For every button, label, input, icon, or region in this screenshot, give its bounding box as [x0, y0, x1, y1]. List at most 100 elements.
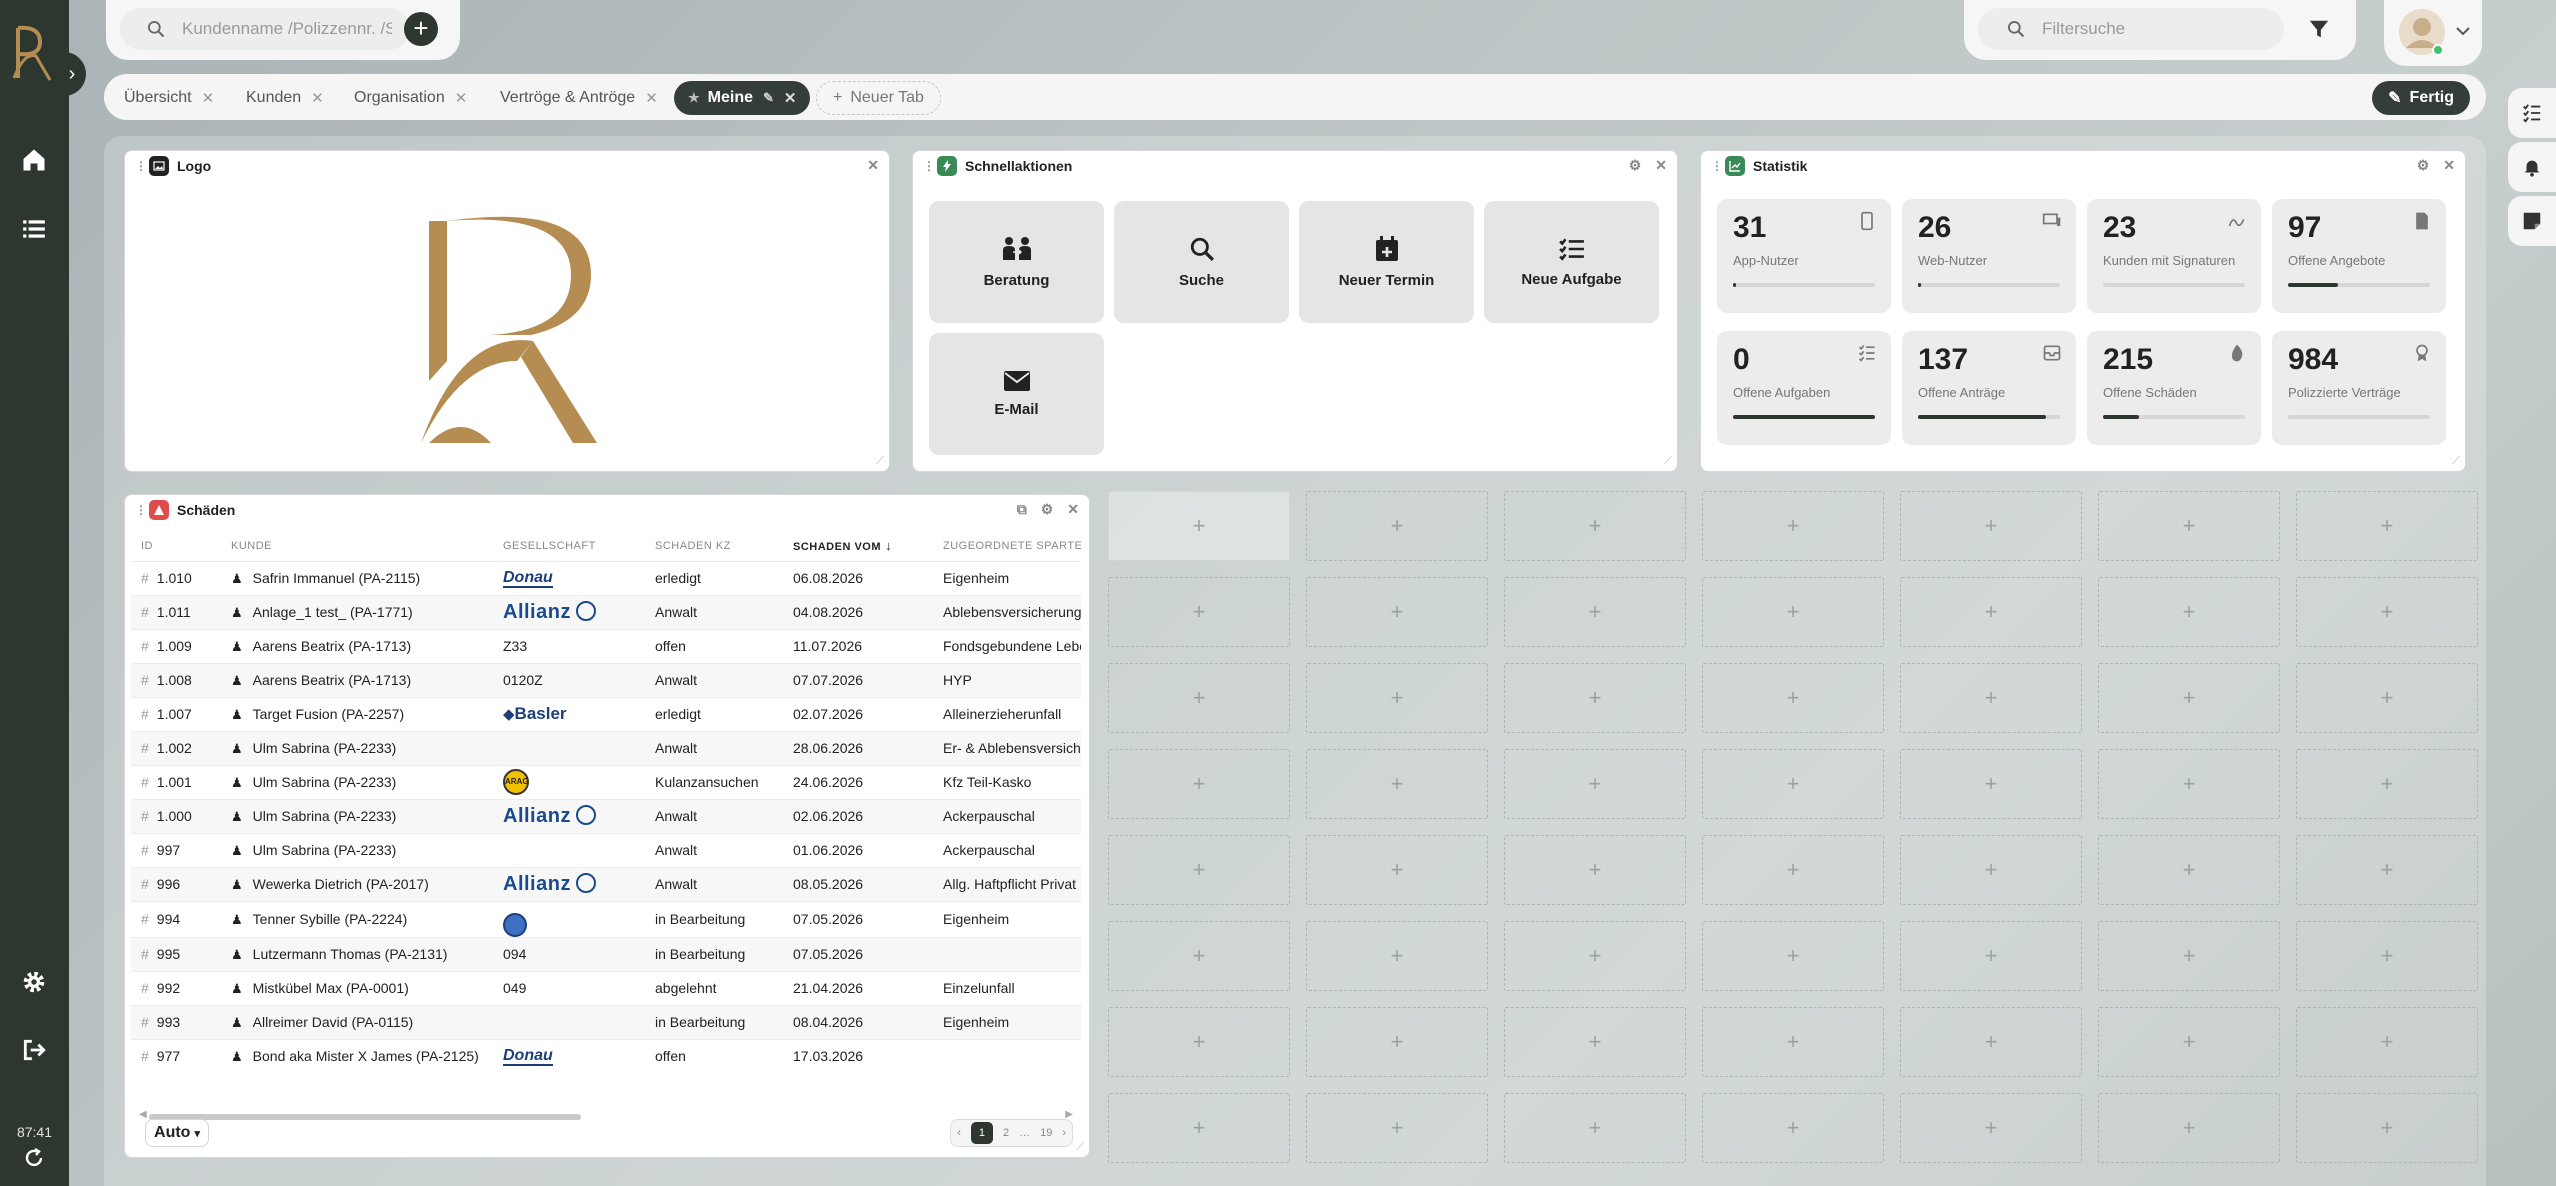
empty-slot-add[interactable]: + — [2296, 1007, 2478, 1077]
notifications-button[interactable] — [2508, 142, 2556, 192]
empty-slot-add[interactable]: + — [1306, 577, 1488, 647]
tab-uebersicht[interactable]: Übersicht ✕ — [124, 81, 214, 115]
empty-slot-add[interactable]: + — [2296, 577, 2478, 647]
refresh-icon[interactable] — [22, 1146, 46, 1170]
empty-slot-add[interactable]: + — [2296, 835, 2478, 905]
table-row[interactable]: #1.008 ♟ Aarens Beatrix (PA-1713) 0120Z Anwa… — [131, 662, 1081, 697]
tab-vertraege[interactable]: Vertröge & Antröge ✕ — [500, 81, 658, 115]
close-icon[interactable]: ✕ — [2443, 157, 2455, 174]
empty-slot-add[interactable]: + — [1900, 663, 2082, 733]
new-tab-button[interactable]: + Neuer Tab — [816, 81, 941, 115]
table-row[interactable]: #995 ♟ Lutzermann Thomas (PA-2131) 094 in Be… — [131, 936, 1081, 971]
empty-slot-add[interactable]: + — [2098, 577, 2280, 647]
resize-handle-icon[interactable]: ⟋ — [1076, 1141, 1084, 1154]
customer-name[interactable]: Mistkübel Max (PA-0001) — [253, 980, 409, 996]
empty-slot-add[interactable]: + — [2098, 1093, 2280, 1163]
column-header[interactable]: GESELLSCHAFT — [493, 531, 645, 561]
stat-card[interactable]: 97 Offene Angebote — [2272, 199, 2446, 313]
table-row[interactable]: #977 ♟ Bond aka Mister X James (PA-2125) Do… — [131, 1038, 1081, 1073]
gear-icon[interactable]: ⚙ — [1629, 157, 1642, 174]
close-icon[interactable]: ✕ — [455, 89, 468, 107]
empty-slot-add[interactable]: + — [1702, 577, 1884, 647]
table-row[interactable]: #1.010 ♟ Safrin Immanuel (PA-2115) Donau erl… — [131, 560, 1081, 595]
empty-slot-add[interactable]: + — [2296, 1093, 2478, 1163]
customer-name[interactable]: Target Fusion (PA-2257) — [253, 706, 404, 722]
table-row[interactable]: #1.009 ♟ Aarens Beatrix (PA-1713) Z33 offen 1… — [131, 628, 1081, 663]
customer-name[interactable]: Aarens Beatrix (PA-1713) — [253, 638, 411, 654]
empty-slot-add[interactable]: + — [2098, 835, 2280, 905]
gear-icon[interactable]: ⚙ — [1041, 501, 1054, 518]
table-row[interactable]: #996 ♟ Wewerka Dietrich (PA-2017) Allianz An… — [131, 866, 1081, 901]
empty-slot-add[interactable]: + — [1108, 835, 1290, 905]
customer-name[interactable]: Lutzermann Thomas (PA-2131) — [253, 946, 448, 962]
next-page-button[interactable]: › — [1062, 1127, 1066, 1139]
stat-card[interactable]: 26 Web-Nutzer — [1902, 199, 2076, 313]
empty-slot-add[interactable]: + — [2098, 491, 2280, 561]
table-row[interactable]: #994 ♟ Tenner Sybille (PA-2224) Generali in … — [131, 900, 1081, 937]
notes-button[interactable] — [2508, 196, 2556, 246]
done-button[interactable]: ✎ Fertig — [2372, 81, 2470, 115]
empty-slot-add[interactable]: + — [1702, 491, 1884, 561]
page-button[interactable]: 19 — [1040, 1127, 1052, 1139]
empty-slot-add[interactable]: + — [1702, 835, 1884, 905]
empty-slot-add[interactable]: + — [1702, 921, 1884, 991]
close-icon[interactable]: ✕ — [1067, 501, 1079, 518]
empty-slot-add[interactable]: + — [2296, 663, 2478, 733]
close-icon[interactable]: ✕ — [202, 89, 215, 107]
empty-slot-add[interactable]: + — [1504, 491, 1686, 561]
action-suche-button[interactable]: Suche — [1114, 201, 1289, 323]
empty-slot-add[interactable]: + — [1900, 1093, 2082, 1163]
customer-name[interactable]: Ulm Sabrina (PA-2233) — [253, 774, 397, 790]
gear-icon[interactable] — [17, 965, 51, 999]
drag-handle-icon[interactable]: ⋮⋮ — [135, 159, 158, 173]
tab-organisation[interactable]: Organisation ✕ — [354, 81, 467, 115]
stat-card[interactable]: 984 Polizzierte Verträge — [2272, 331, 2446, 445]
action-neuer-termin-button[interactable]: Neuer Termin — [1299, 201, 1474, 323]
empty-slot-add[interactable]: + — [1702, 749, 1884, 819]
empty-slot-add[interactable]: + — [1108, 1093, 1290, 1163]
add-customer-button[interactable]: + — [404, 12, 438, 46]
close-icon[interactable]: ✕ — [784, 89, 797, 107]
customer-name[interactable]: Aarens Beatrix (PA-1713) — [253, 672, 411, 688]
gear-icon[interactable]: ⚙ — [2417, 157, 2430, 174]
empty-slot-add[interactable]: + — [2098, 749, 2280, 819]
empty-slot-add[interactable]: + — [1702, 1007, 1884, 1077]
user-menu[interactable] — [2384, 0, 2482, 66]
empty-slot-add[interactable]: + — [1900, 921, 2082, 991]
stat-card[interactable]: 23 Kunden mit Signaturen — [2087, 199, 2261, 313]
horizontal-scrollbar[interactable]: ◀ ▶ — [139, 1109, 1073, 1121]
tab-kunden[interactable]: Kunden ✕ — [246, 81, 324, 115]
action-beratung-button[interactable]: Beratung — [929, 201, 1104, 323]
customer-name[interactable]: Bond aka Mister X James (PA-2125) — [253, 1048, 479, 1064]
drag-handle-icon[interactable]: ⋮⋮ — [923, 159, 946, 173]
logout-icon[interactable] — [17, 1033, 51, 1067]
brand-logo-icon[interactable] — [10, 22, 56, 84]
close-icon[interactable]: ✕ — [645, 89, 658, 107]
list-icon[interactable] — [17, 212, 51, 246]
close-icon[interactable]: ✕ — [311, 89, 324, 107]
customer-name[interactable]: Wewerka Dietrich (PA-2017) — [253, 876, 429, 892]
empty-slot-add[interactable]: + — [1504, 921, 1686, 991]
customer-name[interactable]: Ulm Sabrina (PA-2233) — [253, 808, 397, 824]
filter-search-input[interactable] — [2042, 8, 2262, 50]
empty-slot-add[interactable]: + — [1900, 1007, 2082, 1077]
table-row[interactable]: #1.007 ♟ Target Fusion (PA-2257) ◆Basler erl… — [131, 696, 1081, 731]
table-row[interactable]: #1.002 ♟ Ulm Sabrina (PA-2233) Anwalt 28.06.… — [131, 730, 1081, 765]
edit-icon[interactable]: ✎ — [763, 90, 774, 106]
stat-card[interactable]: 31 App-Nutzer — [1717, 199, 1891, 313]
page-button[interactable]: 2 — [1003, 1127, 1009, 1139]
empty-slot-add[interactable]: + — [1702, 1093, 1884, 1163]
customer-name[interactable]: Tenner Sybille (PA-2224) — [253, 911, 408, 927]
empty-slot-add[interactable]: + — [2098, 663, 2280, 733]
page-button-current[interactable]: 1 — [970, 1122, 993, 1144]
empty-slot-add[interactable]: + — [1504, 749, 1686, 819]
empty-slot-add[interactable]: + — [1108, 1007, 1290, 1077]
empty-slot-add[interactable]: + — [1306, 835, 1488, 905]
action-email-button[interactable]: E-Mail — [929, 333, 1104, 455]
empty-slot-add[interactable]: + — [1900, 835, 2082, 905]
empty-slot-add[interactable]: + — [1306, 663, 1488, 733]
prev-page-button[interactable]: ‹ — [957, 1127, 961, 1139]
page-size-select[interactable]: Auto ▾ — [145, 1119, 209, 1147]
stat-card[interactable]: 215 Offene Schäden — [2087, 331, 2261, 445]
drag-handle-icon[interactable]: ⋮⋮ — [135, 503, 158, 517]
